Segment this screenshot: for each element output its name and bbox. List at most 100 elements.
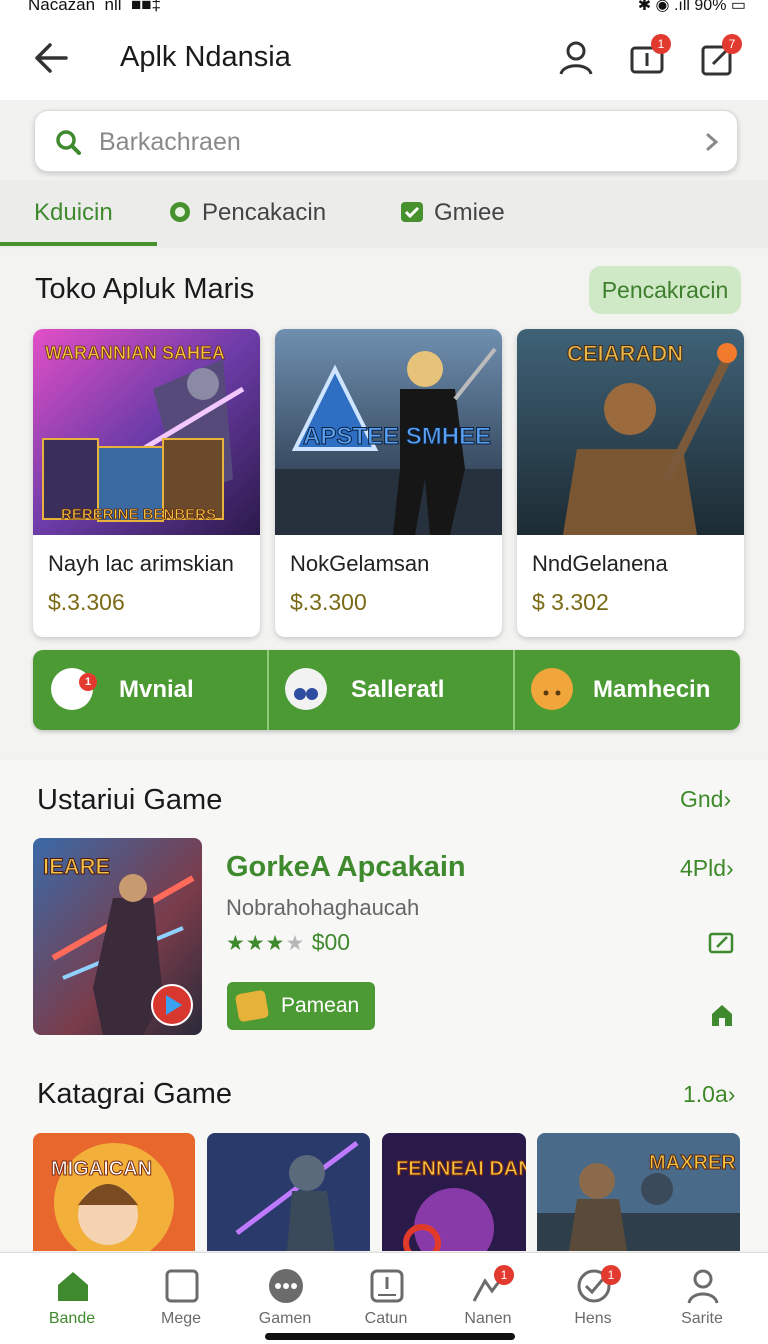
- emoji-icon: [531, 668, 573, 710]
- shield-check-icon: [401, 201, 423, 222]
- edit-icon[interactable]: [708, 930, 736, 954]
- art-title: IEARE: [43, 854, 110, 879]
- thumb-title: MIGAICAN: [51, 1158, 152, 1180]
- action-badge: 1: [79, 673, 97, 691]
- account-icon[interactable]: [554, 36, 598, 80]
- app-name: NndGelanena: [532, 551, 668, 576]
- tab-label: Gmiee: [434, 199, 505, 226]
- nav-label: Hens: [574, 1310, 612, 1327]
- nav-item-hens[interactable]: 1 Hens: [543, 1253, 643, 1344]
- tab-label: Kduicin: [34, 199, 113, 226]
- tab-kduicin[interactable]: Kduicin: [34, 180, 113, 248]
- circle-icon: [170, 201, 190, 222]
- app-card[interactable]: WARANNIAN SAHEA RERERINE BENBERS Nayh la…: [33, 329, 260, 637]
- action-mamhecin[interactable]: Mamhecin: [515, 650, 740, 730]
- nav-item-gamen[interactable]: Gamen: [235, 1253, 335, 1344]
- thumb-title: FENNEAI DANRERS: [396, 1158, 526, 1180]
- category-thumbnail[interactable]: MIGAICAN: [33, 1133, 195, 1251]
- rating-stars: ★★★★: [226, 932, 306, 955]
- app-bar: Aplk Ndansia 1 7: [0, 14, 768, 100]
- featured-more-link[interactable]: 4Pld›: [680, 855, 734, 882]
- link-label: 1.0a: [683, 1081, 728, 1107]
- active-tab-indicator: [0, 242, 157, 246]
- clipboard-icon: [370, 1269, 404, 1303]
- featured-game-image[interactable]: IEARE: [33, 838, 202, 1035]
- nav-label: Bande: [48, 1310, 96, 1327]
- tab-label: Pencakacin: [202, 199, 327, 226]
- app-price: $ 3.302: [532, 589, 609, 615]
- action-salleratl[interactable]: Salleratl: [269, 650, 513, 730]
- section-title: Ustariui Game: [37, 784, 223, 816]
- compose-badge: 7: [722, 34, 742, 54]
- home-icon[interactable]: [709, 1002, 735, 1028]
- nav-label: Nanen: [464, 1310, 512, 1327]
- nav-badge: 1: [494, 1265, 514, 1285]
- nav-item-catun[interactable]: Catun: [336, 1253, 436, 1344]
- game-art-image: WARANNIAN SAHEA RERERINE BENBERS: [33, 329, 260, 535]
- app-card[interactable]: CEIARADN NndGelanena $ 3.302: [517, 329, 744, 637]
- status-right: ✱ ◉ .ıll 90% ▭: [637, 0, 746, 14]
- featured-game-rating: ★★★★ $00: [226, 929, 350, 956]
- art-title: WARANNIAN SAHEA: [45, 343, 225, 363]
- page-title: Aplk Ndansia: [120, 41, 291, 73]
- action-label: Mvnial: [119, 676, 194, 703]
- search-icon: [56, 130, 81, 155]
- featured-game-subtitle: Nobrahohaghaucah: [226, 895, 420, 920]
- see-more-link[interactable]: 1.0a›: [683, 1081, 735, 1108]
- tab-pencakacin[interactable]: Pencakacin: [168, 180, 326, 248]
- link-label: Gnd: [680, 786, 724, 812]
- art-subtitle: RERERINE BENBERS: [61, 506, 216, 523]
- featured-game-title[interactable]: GorkeA Apcakain: [226, 851, 466, 884]
- art-title: APSTEE SMHEE: [303, 423, 491, 450]
- section-title: Toko Apluk Maris: [35, 273, 255, 305]
- app-card[interactable]: APSTEE SMHEE NokGelamsan $.3.300: [275, 329, 502, 637]
- nav-label: Mege: [160, 1310, 202, 1327]
- see-all-button[interactable]: Pencakracin: [589, 266, 741, 314]
- person-icon: [687, 1269, 719, 1304]
- category-thumbnail[interactable]: [207, 1133, 370, 1251]
- game-art-image: CEIARADN: [517, 329, 744, 535]
- game-art-image: APSTEE SMHEE: [275, 329, 502, 535]
- tab-gmiee[interactable]: Gmiee: [400, 180, 505, 248]
- nav-item-bande[interactable]: Bande: [22, 1253, 122, 1344]
- category-thumbnail[interactable]: MAXRER: [537, 1133, 740, 1251]
- button-label: Pamean: [281, 994, 360, 1017]
- play-button[interactable]: Pamean: [227, 982, 375, 1030]
- action-label: Mamhecin: [593, 676, 711, 703]
- art-title: CEIARADN: [567, 341, 683, 366]
- see-more-link[interactable]: Gnd›: [680, 786, 731, 813]
- nav-label: Gamen: [258, 1310, 312, 1327]
- back-arrow-icon[interactable]: [30, 36, 74, 80]
- notifications-button[interactable]: 1: [625, 34, 671, 80]
- nav-label: Sarite: [681, 1310, 723, 1327]
- link-label: 4Pld: [680, 855, 727, 881]
- nav-item-nanen[interactable]: 1 Nanen: [438, 1253, 538, 1344]
- category-thumbnail[interactable]: FENNEAI DANRERS: [382, 1133, 526, 1251]
- status-left: Nacazan nll ■■‡: [28, 0, 161, 14]
- play-badge-icon: [234, 989, 270, 1023]
- home-icon: [58, 1272, 88, 1301]
- thumb-title: MAXRER: [649, 1152, 736, 1174]
- status-bar: Nacazan nll ■■‡ ✱ ◉ .ıll 90% ▭: [0, 0, 768, 14]
- action-mvnial[interactable]: 1 Mvnial: [33, 650, 267, 730]
- nav-item-sarite[interactable]: Sarite: [652, 1253, 752, 1344]
- app-name: Nayh lac arimskian: [48, 551, 234, 576]
- square-icon: [165, 1269, 199, 1303]
- gamepad-icon: [285, 668, 327, 710]
- nav-label: Catun: [364, 1310, 408, 1327]
- compose-button[interactable]: 7: [696, 34, 742, 80]
- tab-bar: Kduicin Pencakacin Gmiee: [0, 180, 768, 248]
- notification-badge: 1: [651, 34, 671, 54]
- home-indicator[interactable]: [265, 1333, 515, 1340]
- bottom-navigation: Bande Mege Gamen Catun 1 Nanen 1 Hens Sa…: [0, 1252, 768, 1344]
- search-input[interactable]: [99, 123, 679, 161]
- search-bar[interactable]: [34, 110, 738, 172]
- quick-actions-bar: 1 Mvnial Salleratl Mamhecin: [33, 650, 740, 730]
- more-dots-icon: [269, 1269, 303, 1303]
- action-label: Salleratl: [351, 676, 445, 703]
- nav-item-mege[interactable]: Mege: [131, 1253, 231, 1344]
- chevron-right-icon[interactable]: [701, 130, 723, 154]
- featured-game-price: $00: [311, 929, 351, 955]
- app-name: NokGelamsan: [290, 551, 430, 576]
- app-price: $.3.300: [290, 589, 367, 615]
